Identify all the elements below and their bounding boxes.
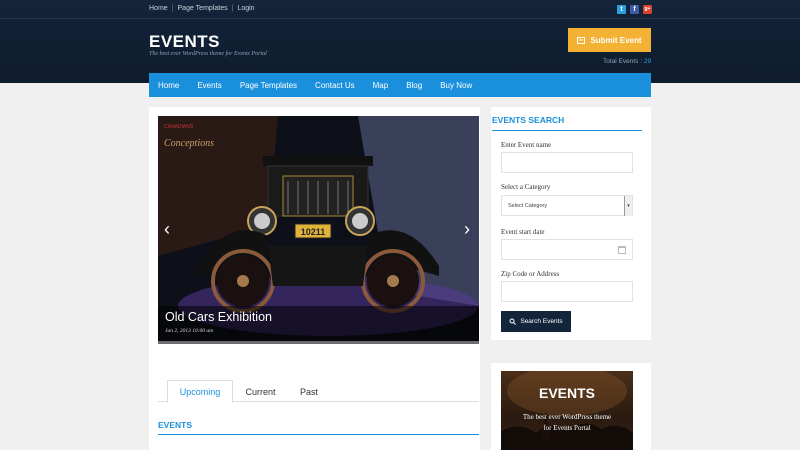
site-tagline: The best ever WordPress theme for Events… [149,51,267,57]
zip-input[interactable] [501,281,633,302]
top-link-login[interactable]: Login [237,5,254,12]
top-link-page-templates[interactable]: Page Templates [178,5,228,12]
slider-progress [158,341,479,344]
site-logo-title[interactable]: EVENTS [149,32,220,52]
category-selected-value: Select Category [508,203,548,209]
event-name-label: Enter Event name [501,141,552,149]
site-header [0,0,800,83]
total-events: Total Events : 29 [603,58,651,65]
promo-subtitle-line2: for Events Portal [543,424,591,432]
calendar-icon[interactable] [618,246,626,254]
edit-icon [577,36,586,44]
search-icon [509,318,517,325]
tab-past[interactable]: Past [290,380,328,403]
slider-next-icon[interactable]: › [464,220,470,238]
tab-current[interactable]: Current [238,380,283,403]
total-events-count: 29 [643,58,652,65]
facebook-icon[interactable]: f [630,5,639,14]
image-slider[interactable]: Conceptions CANADIANS 10211 ‹ › Old Cars… [158,116,479,344]
chevron-down-icon[interactable]: ▾ [624,196,632,216]
promo-banner[interactable]: EVENTS The best ever WordPress theme for… [501,371,633,450]
svg-text:Conceptions: Conceptions [164,138,214,149]
events-search-title: EVENTS SEARCH [492,115,565,125]
svg-text:CANADIANS: CANADIANS [164,124,194,130]
nav-item-page-templates[interactable]: Page Templates [231,81,306,90]
events-heading: EVENTS [158,420,193,430]
search-divider [492,130,642,131]
start-date-label: Event start date [501,228,545,236]
nav-item-blog[interactable]: Blog [397,81,431,90]
submit-event-button[interactable]: Submit Event [568,28,651,52]
category-select[interactable]: Select Category ▾ [501,195,633,216]
top-links: Home | Page Templates | Login [149,5,255,12]
separator: | [231,5,234,12]
top-bar [0,0,800,19]
category-label: Select a Category [501,183,551,191]
total-events-label: Total Events : [603,58,643,65]
start-date-input[interactable] [501,239,633,260]
promo-title: EVENTS [538,385,595,401]
slide-caption: Old Cars Exhibition Jan 2, 2013 10:00 am [158,306,479,341]
slide-date: Jan 2, 2013 10:00 am [165,328,214,334]
nav-item-contact-us[interactable]: Contact Us [306,81,364,90]
twitter-icon[interactable]: t [617,5,626,14]
googleplus-icon[interactable]: g+ [643,5,652,14]
license-plate: 10211 [301,227,326,237]
nav-item-home[interactable]: Home [149,81,188,90]
promo-subtitle: The best ever WordPress theme for Events… [501,412,633,434]
nav-item-buy-now[interactable]: Buy Now [431,81,481,90]
search-events-label: Search Events [520,318,563,325]
tab-upcoming[interactable]: Upcoming [167,380,233,403]
slider-prev-icon[interactable]: ‹ [164,220,170,238]
promo-subtitle-line1: The best ever WordPress theme [522,413,612,421]
submit-event-label: Submit Event [590,35,642,45]
events-divider [158,434,479,435]
zip-label: Zip Code or Address [501,270,560,278]
search-events-button[interactable]: Search Events [501,311,571,332]
events-tabs: Upcoming Current Past [158,380,479,403]
top-link-home[interactable]: Home [149,5,168,12]
nav-item-events[interactable]: Events [188,81,230,90]
separator: | [171,5,174,12]
slide-title[interactable]: Old Cars Exhibition [165,310,272,324]
main-nav: Home Events Page Templates Contact Us Ma… [149,73,651,97]
crowd-photo [501,371,633,450]
event-name-input[interactable] [501,152,633,173]
nav-item-map[interactable]: Map [364,81,398,90]
